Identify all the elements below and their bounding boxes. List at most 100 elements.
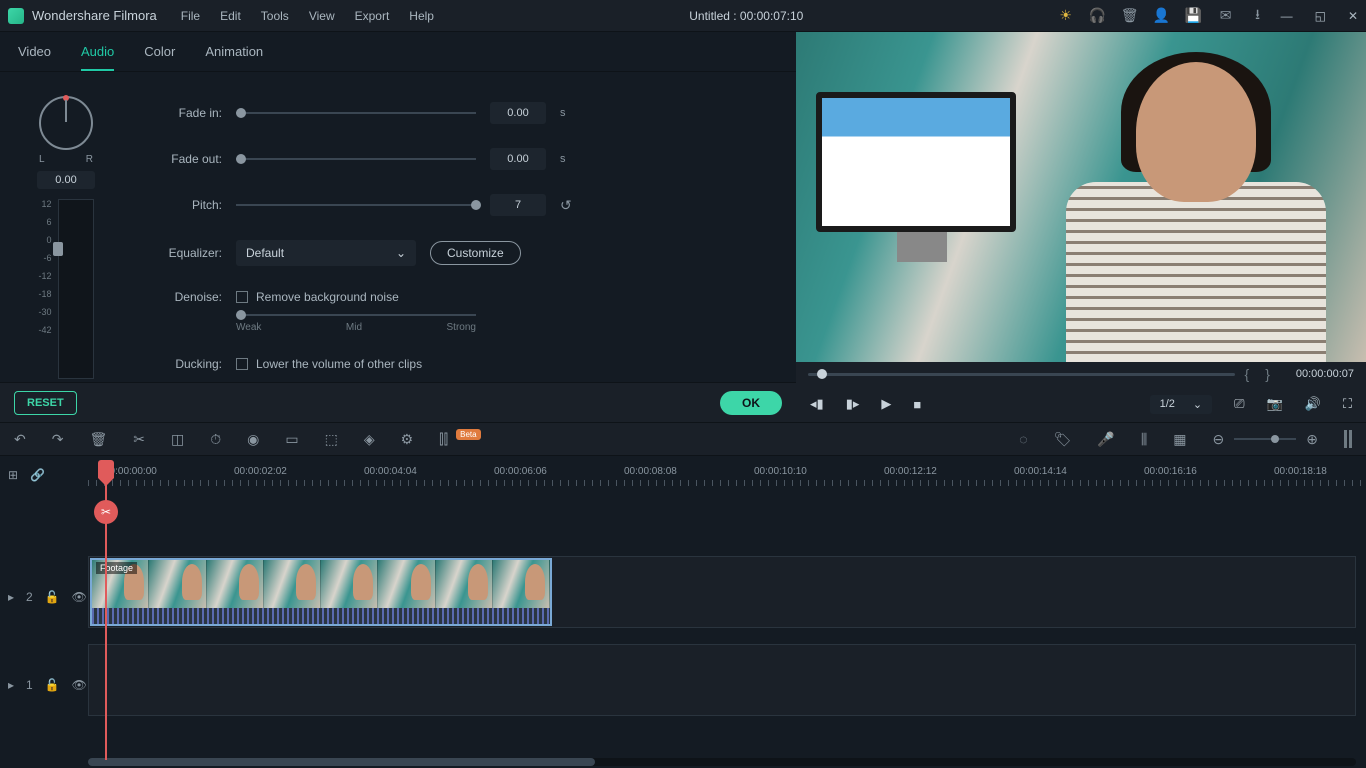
fade-out-label: Fade out:: [138, 152, 222, 166]
visibility-icon[interactable]: 👁: [72, 678, 87, 692]
ducking-label: Ducking:: [138, 357, 222, 371]
split-icon[interactable]: ✂: [94, 500, 118, 524]
seek-slider[interactable]: [808, 373, 1235, 376]
fade-out-slider[interactable]: [236, 158, 476, 160]
marker-brackets[interactable]: {}: [1245, 366, 1286, 382]
visibility-icon[interactable]: 👁: [72, 590, 87, 604]
lock-icon[interactable]: 🔓: [45, 590, 60, 604]
denoise-slider[interactable]: [236, 314, 476, 316]
layout-icon[interactable]: ▦: [1173, 431, 1186, 448]
mail-icon[interactable]: ✉: [1219, 9, 1233, 23]
headphones-icon[interactable]: 🎧: [1091, 9, 1105, 23]
balance-knob[interactable]: [39, 96, 93, 150]
ruler-tick: 00:00:02:02: [234, 466, 287, 477]
tab-color[interactable]: Color: [144, 44, 175, 71]
volume-meter[interactable]: [58, 199, 94, 379]
speed-icon[interactable]: ⏱: [210, 431, 221, 448]
link-icon[interactable]: 🔗: [30, 468, 45, 482]
marker-icon[interactable]: 🏷: [1054, 431, 1072, 448]
adjust-icon[interactable]: ⚙: [401, 431, 414, 448]
menu-view[interactable]: View: [309, 9, 335, 23]
tab-audio[interactable]: Audio: [81, 44, 114, 71]
fade-in-slider[interactable]: [236, 112, 476, 114]
snap-icon[interactable]: [1344, 430, 1352, 448]
tab-video[interactable]: Video: [18, 44, 51, 71]
undo-icon[interactable]: ↶: [14, 431, 26, 448]
zoom-in-icon[interactable]: ⊕: [1306, 431, 1318, 448]
customize-button[interactable]: Customize: [430, 241, 521, 265]
preview-ratio-select[interactable]: 1/2⌄: [1150, 395, 1213, 414]
display-icon[interactable]: ⎚: [1234, 396, 1244, 412]
db-tick: -30: [38, 307, 51, 317]
pitch-label: Pitch:: [138, 198, 222, 212]
timeline[interactable]: ⊞ 🔗 ▸2 🔓 👁 ▸1 🔓 👁 00:00:00:00 00:00:02:0…: [0, 456, 1366, 768]
menu-export[interactable]: Export: [355, 9, 390, 23]
account-icon[interactable]: 👤: [1155, 9, 1169, 23]
pitch-reset-icon[interactable]: ↺: [560, 197, 580, 214]
ok-button[interactable]: OK: [720, 391, 782, 415]
add-track-icon[interactable]: ⊞: [8, 468, 18, 482]
menu-file[interactable]: File: [181, 9, 200, 23]
video-track-2[interactable]: Footage: [88, 556, 1356, 628]
db-tick: -42: [38, 325, 51, 335]
close-icon[interactable]: ✕: [1348, 9, 1358, 23]
video-track-1[interactable]: [88, 644, 1356, 716]
fullscreen-icon[interactable]: ⛶: [1343, 396, 1352, 412]
lock-icon[interactable]: 🔓: [45, 678, 60, 692]
download-icon[interactable]: ⭳: [1251, 9, 1265, 23]
fade-out-value[interactable]: 0.00: [490, 148, 546, 170]
chevron-down-icon: ⌄: [396, 246, 406, 260]
video-clip[interactable]: Footage: [90, 558, 552, 626]
trash-icon[interactable]: 🗑: [1123, 9, 1137, 23]
volume-handle[interactable]: [53, 242, 63, 256]
menu-help[interactable]: Help: [409, 9, 434, 23]
lightbulb-icon[interactable]: ☀: [1059, 9, 1073, 23]
pitch-value[interactable]: 7: [490, 194, 546, 216]
color-icon[interactable]: ◉: [247, 431, 259, 448]
timeline-ruler[interactable]: 00:00:00:00 00:00:02:02 00:00:04:04 00:0…: [88, 456, 1366, 486]
playhead[interactable]: ✂: [105, 460, 107, 760]
play-icon[interactable]: ▶: [881, 396, 891, 412]
ruler-tick: 00:00:08:08: [624, 466, 677, 477]
greenscreen-icon[interactable]: ▭: [285, 431, 298, 448]
next-frame-icon[interactable]: ▮▸: [846, 396, 860, 412]
audio-enhance-icon[interactable]: ⫿⫿: [439, 431, 448, 448]
minimize-icon[interactable]: —: [1281, 9, 1293, 23]
mixer-icon[interactable]: ⫼: [1141, 431, 1147, 448]
volume-icon[interactable]: 🔊: [1305, 396, 1321, 412]
delete-icon[interactable]: 🗑: [89, 431, 107, 448]
fade-out-unit: s: [560, 153, 566, 165]
reset-button[interactable]: RESET: [14, 391, 77, 415]
save-icon[interactable]: 💾: [1187, 9, 1201, 23]
snapshot-icon[interactable]: 📷: [1267, 396, 1283, 412]
ruler-tick: 00:00:12:12: [884, 466, 937, 477]
equalizer-select[interactable]: Default⌄: [236, 240, 416, 266]
fade-in-label: Fade in:: [138, 106, 222, 120]
stop-icon[interactable]: ■: [913, 397, 921, 412]
ruler-tick: 00:00:10:10: [754, 466, 807, 477]
tab-animation[interactable]: Animation: [205, 44, 263, 71]
cut-icon[interactable]: ✂: [133, 431, 145, 448]
keyframe-icon[interactable]: ⬚: [325, 431, 338, 448]
prev-frame-icon[interactable]: ◂▮: [810, 396, 824, 412]
audio-waveform: [92, 608, 550, 626]
zoom-slider[interactable]: [1234, 438, 1296, 440]
maximize-icon[interactable]: ◱: [1315, 9, 1326, 23]
pitch-slider[interactable]: [236, 204, 476, 206]
denoise-checkbox[interactable]: Remove background noise: [236, 290, 399, 304]
redo-icon[interactable]: ↷: [52, 431, 64, 448]
timeline-scrollbar[interactable]: [88, 758, 1356, 766]
menu-tools[interactable]: Tools: [261, 9, 289, 23]
menu-edit[interactable]: Edit: [220, 9, 241, 23]
ducking-checkbox[interactable]: Lower the volume of other clips: [236, 357, 422, 371]
render-icon[interactable]: ◌: [1019, 431, 1027, 447]
preview-viewport: [796, 32, 1366, 362]
crop-icon[interactable]: ◫: [171, 431, 184, 448]
balance-value: 0.00: [37, 171, 94, 189]
fade-in-value[interactable]: 0.00: [490, 102, 546, 124]
db-tick: 12: [41, 199, 51, 209]
zoom-out-icon[interactable]: ⊖: [1213, 431, 1225, 448]
db-tick: -18: [38, 289, 51, 299]
voiceover-icon[interactable]: 🎤: [1097, 431, 1114, 448]
motion-icon[interactable]: ◈: [364, 431, 375, 448]
